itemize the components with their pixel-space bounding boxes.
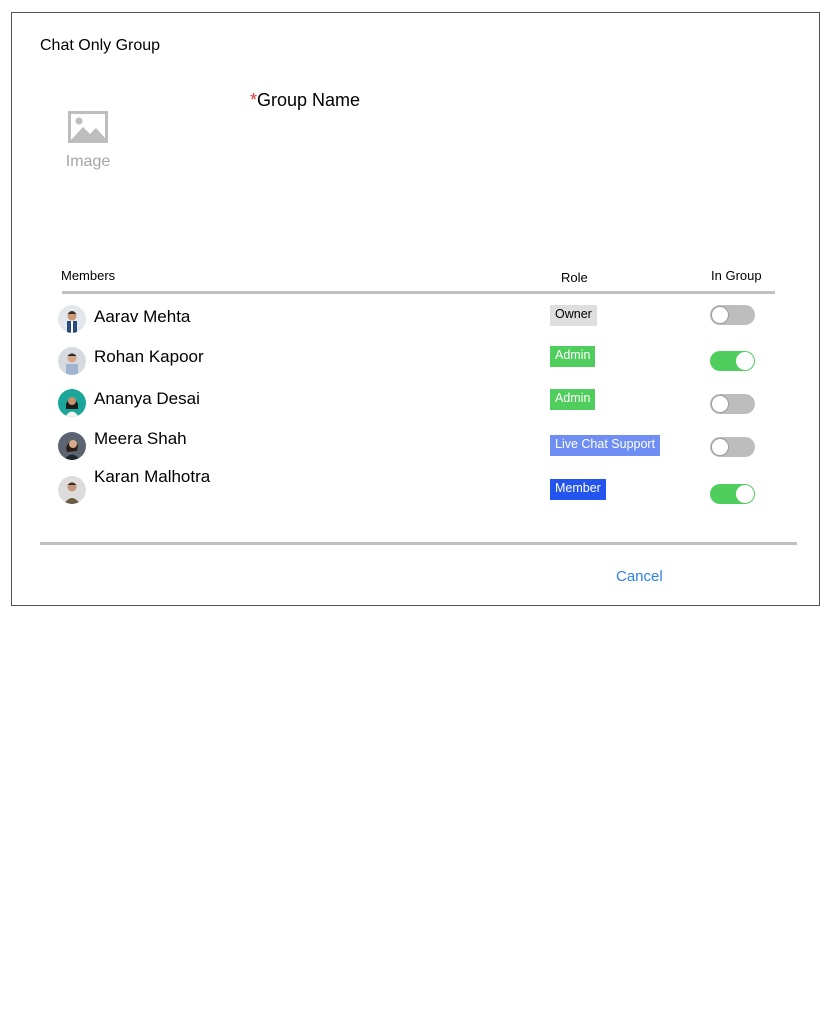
column-header-role: Role xyxy=(561,270,588,285)
role-badge: Admin xyxy=(550,389,596,410)
in-group-toggle[interactable] xyxy=(710,394,755,414)
chat-group-dialog: Chat Only Group Image *Group Name Member… xyxy=(11,12,820,606)
table-row: Karan Malhotra Member xyxy=(12,463,821,504)
toggle-knob xyxy=(711,438,729,456)
in-group-toggle[interactable] xyxy=(710,305,755,325)
cancel-button[interactable]: Cancel xyxy=(616,568,663,585)
avatar xyxy=(58,305,86,333)
dialog-title: Chat Only Group xyxy=(40,37,161,54)
toggle-knob xyxy=(736,352,754,370)
avatar xyxy=(58,432,86,460)
member-name: Aarav Mehta xyxy=(94,307,191,326)
role-badge: Admin xyxy=(550,346,596,367)
avatar xyxy=(58,389,86,417)
table-row: Meera Shah Live Chat Support xyxy=(12,421,821,461)
avatar xyxy=(58,476,86,504)
member-name: Rohan Kapoor xyxy=(94,347,204,366)
image-label: Image xyxy=(65,153,111,170)
header-divider xyxy=(62,291,775,294)
column-header-in-group: In Group xyxy=(711,268,762,283)
avatar xyxy=(58,347,86,375)
role-badge: Member xyxy=(550,479,606,500)
member-name: Karan Malhotra xyxy=(94,467,211,486)
toggle-knob xyxy=(736,485,754,503)
group-name-text: Group Name xyxy=(257,90,361,110)
member-name: Ananya Desai xyxy=(94,389,200,408)
table-row: Ananya Desai Admin xyxy=(12,379,821,419)
in-group-toggle[interactable] xyxy=(710,351,755,371)
table-row: Aarav Mehta Owner xyxy=(12,295,821,335)
toggle-knob xyxy=(711,395,729,413)
required-marker: * xyxy=(250,90,258,110)
column-header-members: Members xyxy=(61,268,116,283)
in-group-toggle[interactable] xyxy=(710,437,755,457)
image-placeholder-icon xyxy=(68,111,108,143)
role-badge: Live Chat Support xyxy=(550,435,661,456)
member-name: Meera Shah xyxy=(94,429,187,448)
toggle-knob xyxy=(711,306,729,324)
in-group-toggle[interactable] xyxy=(710,484,755,504)
footer-divider xyxy=(40,542,797,545)
role-badge: Owner xyxy=(550,305,597,326)
table-row: Rohan Kapoor Admin xyxy=(12,337,821,377)
group-image-picker[interactable]: Image xyxy=(64,111,112,191)
group-name-label[interactable]: *Group Name xyxy=(250,90,360,111)
